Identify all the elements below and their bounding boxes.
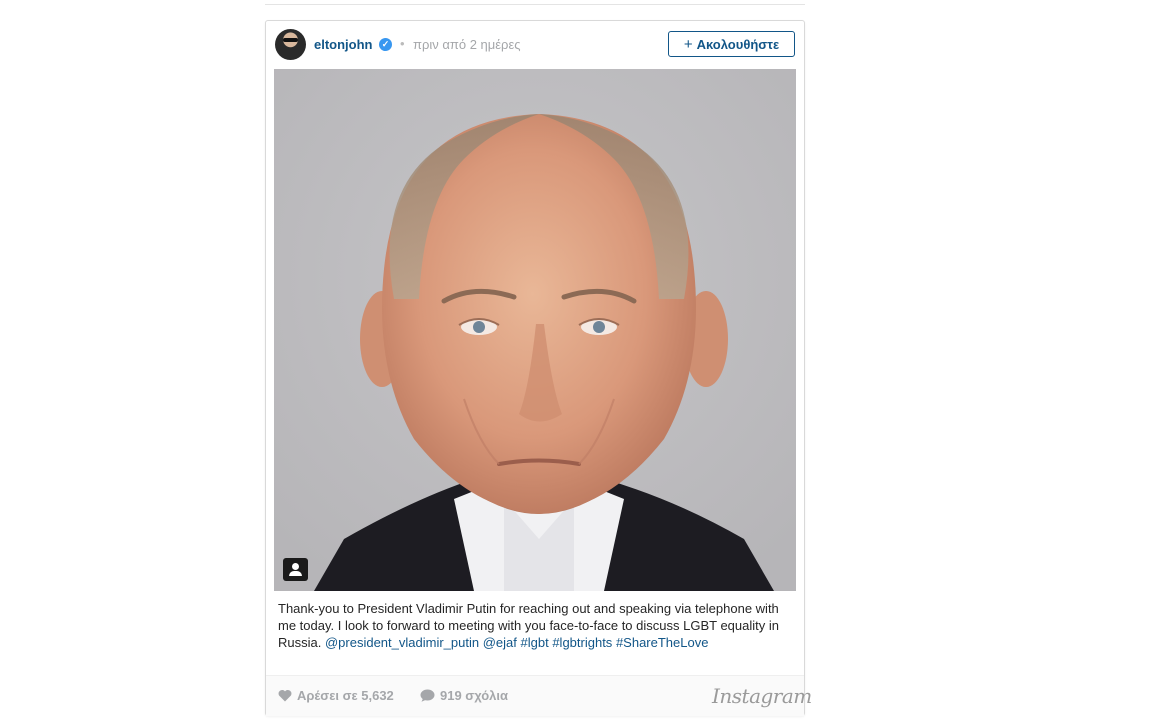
instagram-logo[interactable]: Instagram [712, 684, 812, 708]
portrait-illustration [274, 69, 796, 591]
follow-button[interactable]: + Ακολουθήστε [668, 31, 795, 57]
likes-label: Αρέσει σε 5,632 [297, 688, 394, 703]
speech-bubble-icon [420, 689, 435, 702]
post-timestamp[interactable]: πριν από 2 ημέρες [413, 37, 521, 52]
instagram-embed-card: eltonjohn ✓ • πριν από 2 ημέρες + Ακολου… [265, 20, 812, 716]
username-link[interactable]: eltonjohn [314, 37, 373, 52]
verified-badge-icon: ✓ [379, 38, 392, 51]
avatar[interactable] [275, 29, 306, 60]
hashtag-link[interactable]: #lgbtrights [552, 635, 612, 650]
comments-count[interactable]: 919 σχόλια [420, 688, 508, 703]
hashtag-link[interactable]: #ShareTheLove [616, 635, 709, 650]
follow-button-label: Ακολουθήστε [696, 36, 780, 52]
likes-count[interactable]: Αρέσει σε 5,632 [278, 688, 394, 703]
separator-dot: • [400, 36, 405, 51]
post-caption: Thank-you to President Vladimir Putin fo… [278, 600, 794, 651]
mention-link[interactable]: @ejaf [483, 635, 517, 650]
comments-label: 919 σχόλια [440, 688, 508, 703]
heart-icon [278, 690, 292, 702]
mention-link[interactable]: @president_vladimir_putin [325, 635, 479, 650]
plus-icon: + [683, 35, 693, 53]
user-tag-icon[interactable] [283, 558, 308, 581]
post-footer: Αρέσει σε 5,632 919 σχόλια Instagram [266, 675, 812, 716]
previous-post-divider [265, 0, 805, 5]
post-header: eltonjohn ✓ • πριν από 2 ημέρες + Ακολου… [266, 21, 804, 69]
post-photo[interactable] [274, 69, 796, 591]
hashtag-link[interactable]: #lgbt [521, 635, 549, 650]
